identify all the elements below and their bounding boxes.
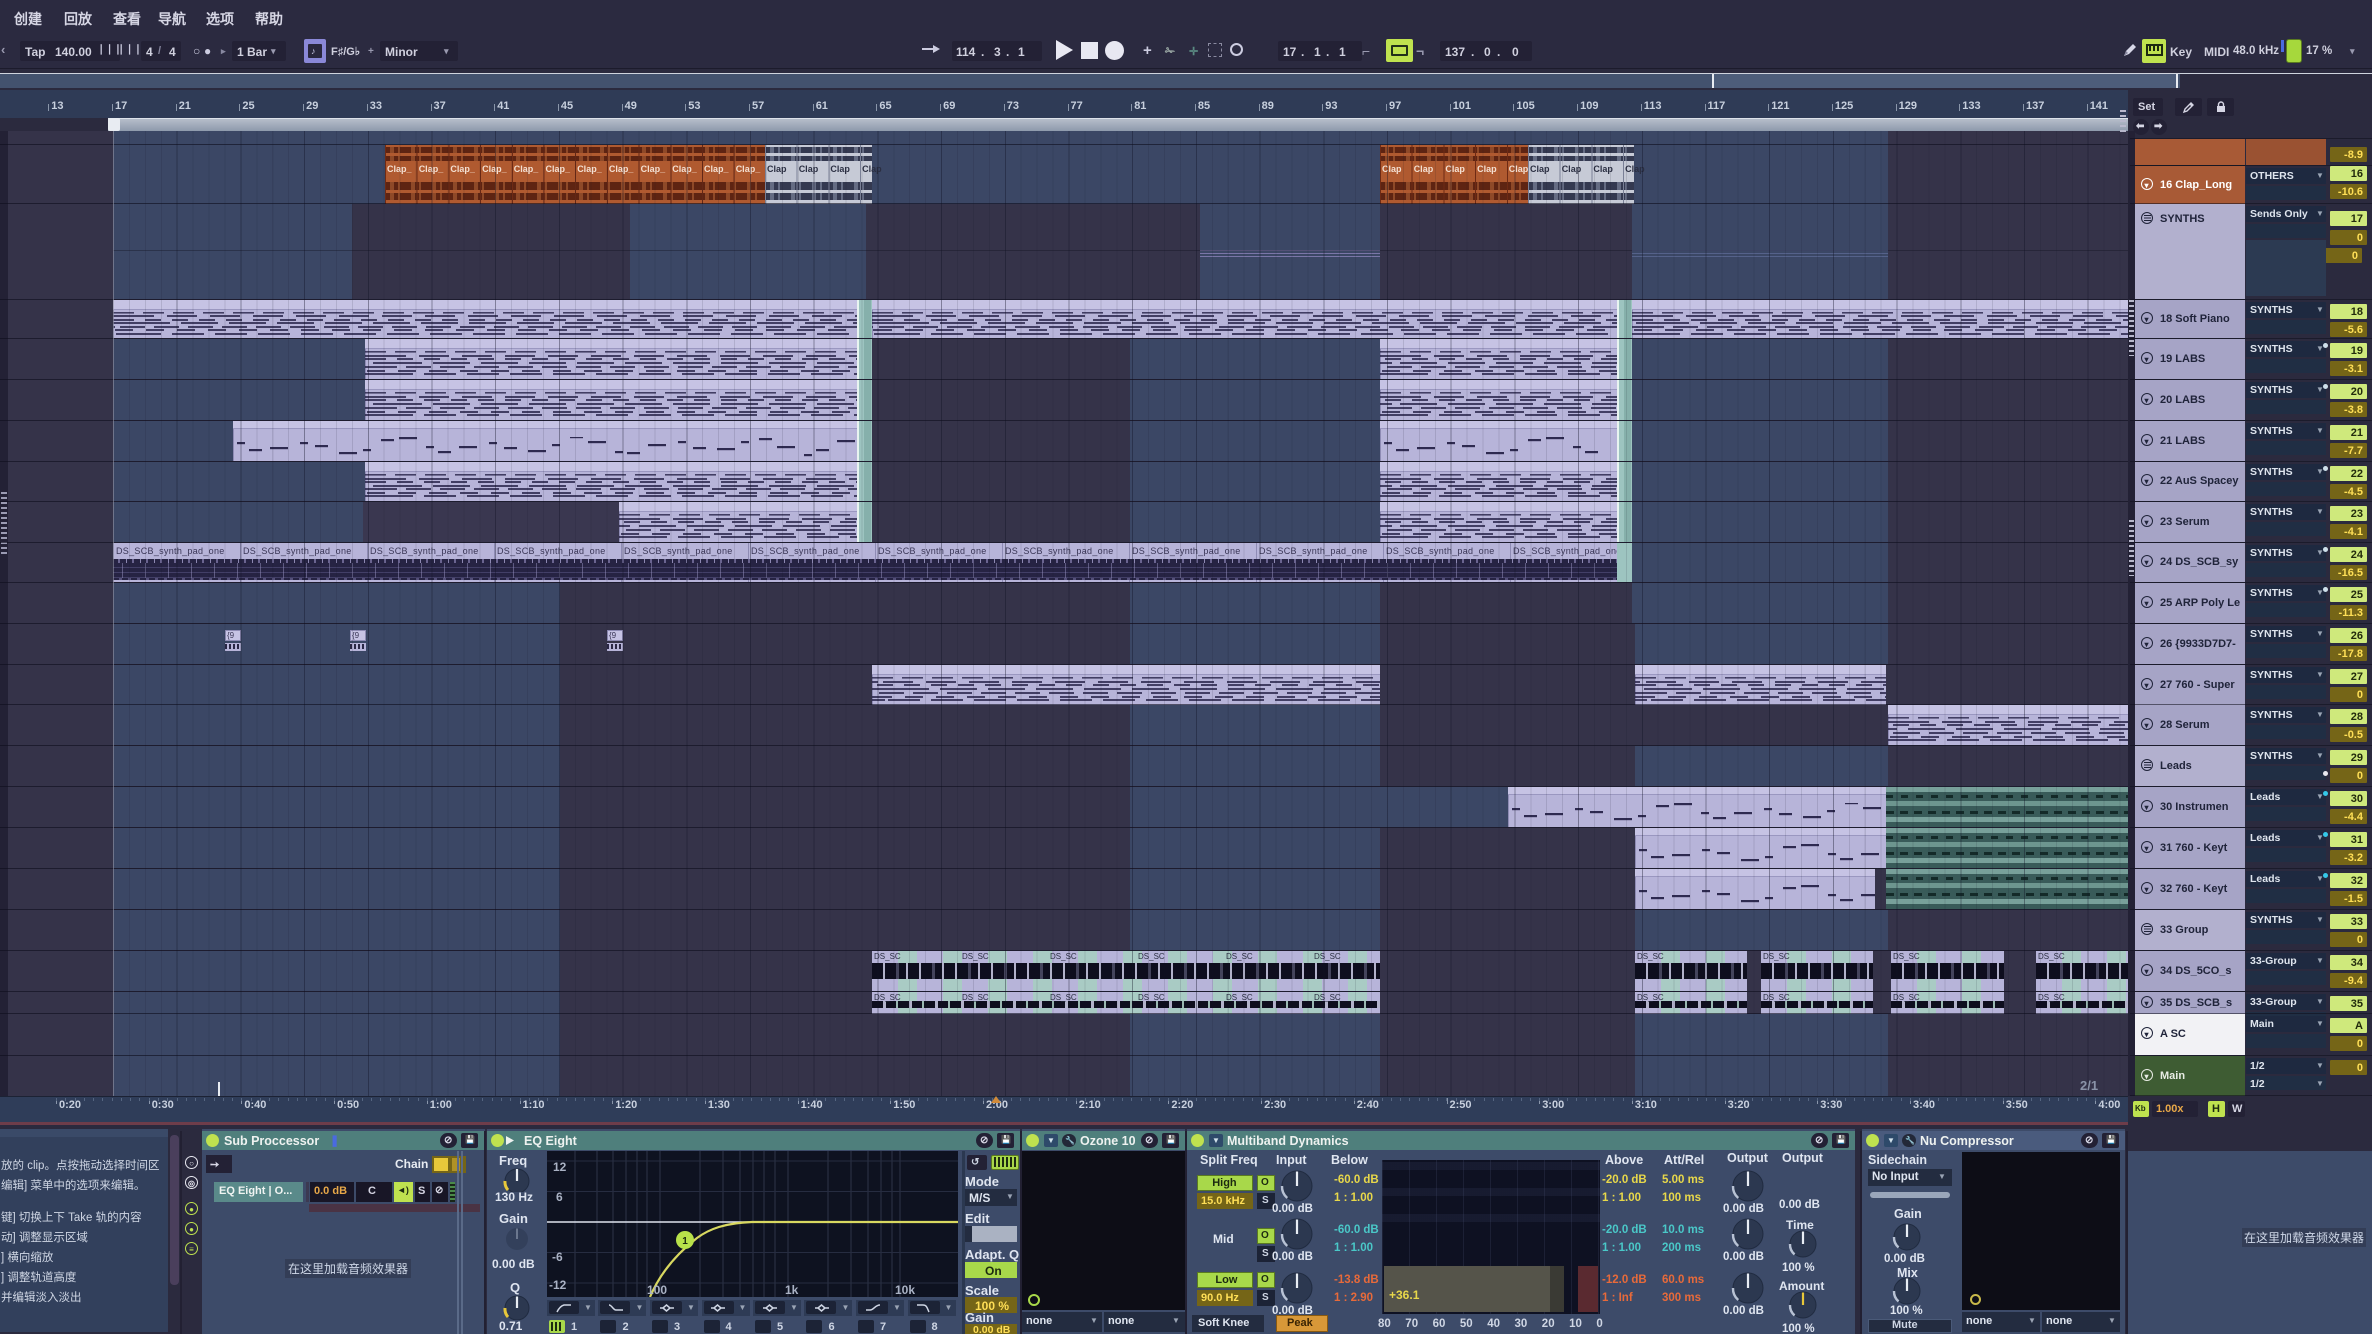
svg-text:1: 1 — [682, 1236, 688, 1247]
